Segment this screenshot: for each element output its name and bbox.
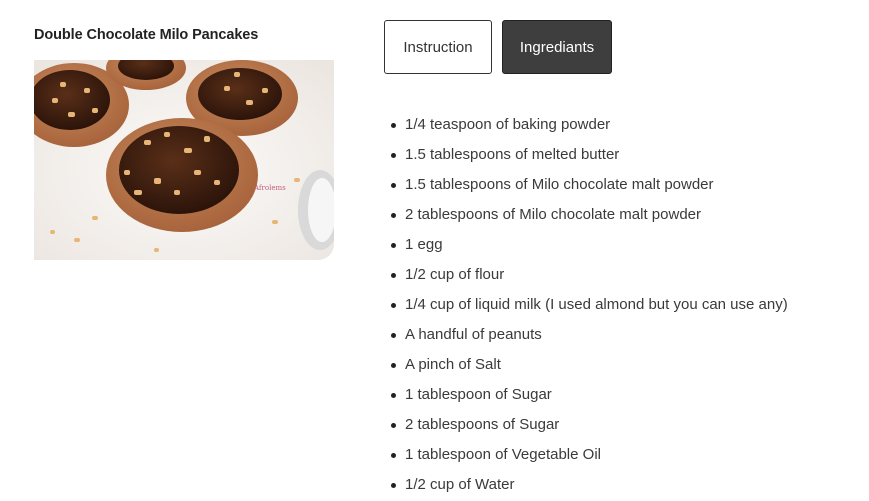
ingredient-item: 1.5 tablespoons of Milo chocolate malt p… [391, 170, 788, 200]
ingredient-item: 1/4 cup of liquid milk (I used almond bu… [391, 290, 788, 320]
recipe-photo: Afrolems [34, 60, 334, 260]
ingredient-item: 1 egg [391, 230, 788, 260]
tab-ingredients-label: Ingrediants [519, 38, 595, 56]
ingredient-item: 2 tablespoons of Milo chocolate malt pow… [391, 200, 788, 230]
recipe-title: Double Chocolate Milo Pancakes [34, 27, 259, 43]
ingredient-item: 1/2 cup of flour [391, 260, 788, 290]
recipe-page: Double Chocolate Milo Pancakes Afrolems … [0, 0, 869, 501]
tab-ingredients[interactable]: Ingrediants [502, 20, 612, 74]
ingredients-list: 1/4 teaspoon of baking powder 1.5 tables… [391, 110, 788, 500]
tab-instruction[interactable]: Instruction [384, 20, 492, 74]
ingredient-item: 1 tablespoon of Sugar [391, 380, 788, 410]
tab-instruction-label: Instruction [403, 38, 473, 56]
ingredient-item: 2 tablespoons of Sugar [391, 410, 788, 440]
ingredient-item: A pinch of Salt [391, 350, 788, 380]
ingredient-item: A handful of peanuts [391, 320, 788, 350]
ingredient-item: 1/2 cup of Water [391, 470, 788, 500]
ingredient-item: 1/4 teaspoon of baking powder [391, 110, 788, 140]
ingredient-item: 1.5 tablespoons of melted butter [391, 140, 788, 170]
photo-watermark: Afrolems [253, 184, 286, 192]
ingredient-item: 1 tablespoon of Vegetable Oil [391, 440, 788, 470]
